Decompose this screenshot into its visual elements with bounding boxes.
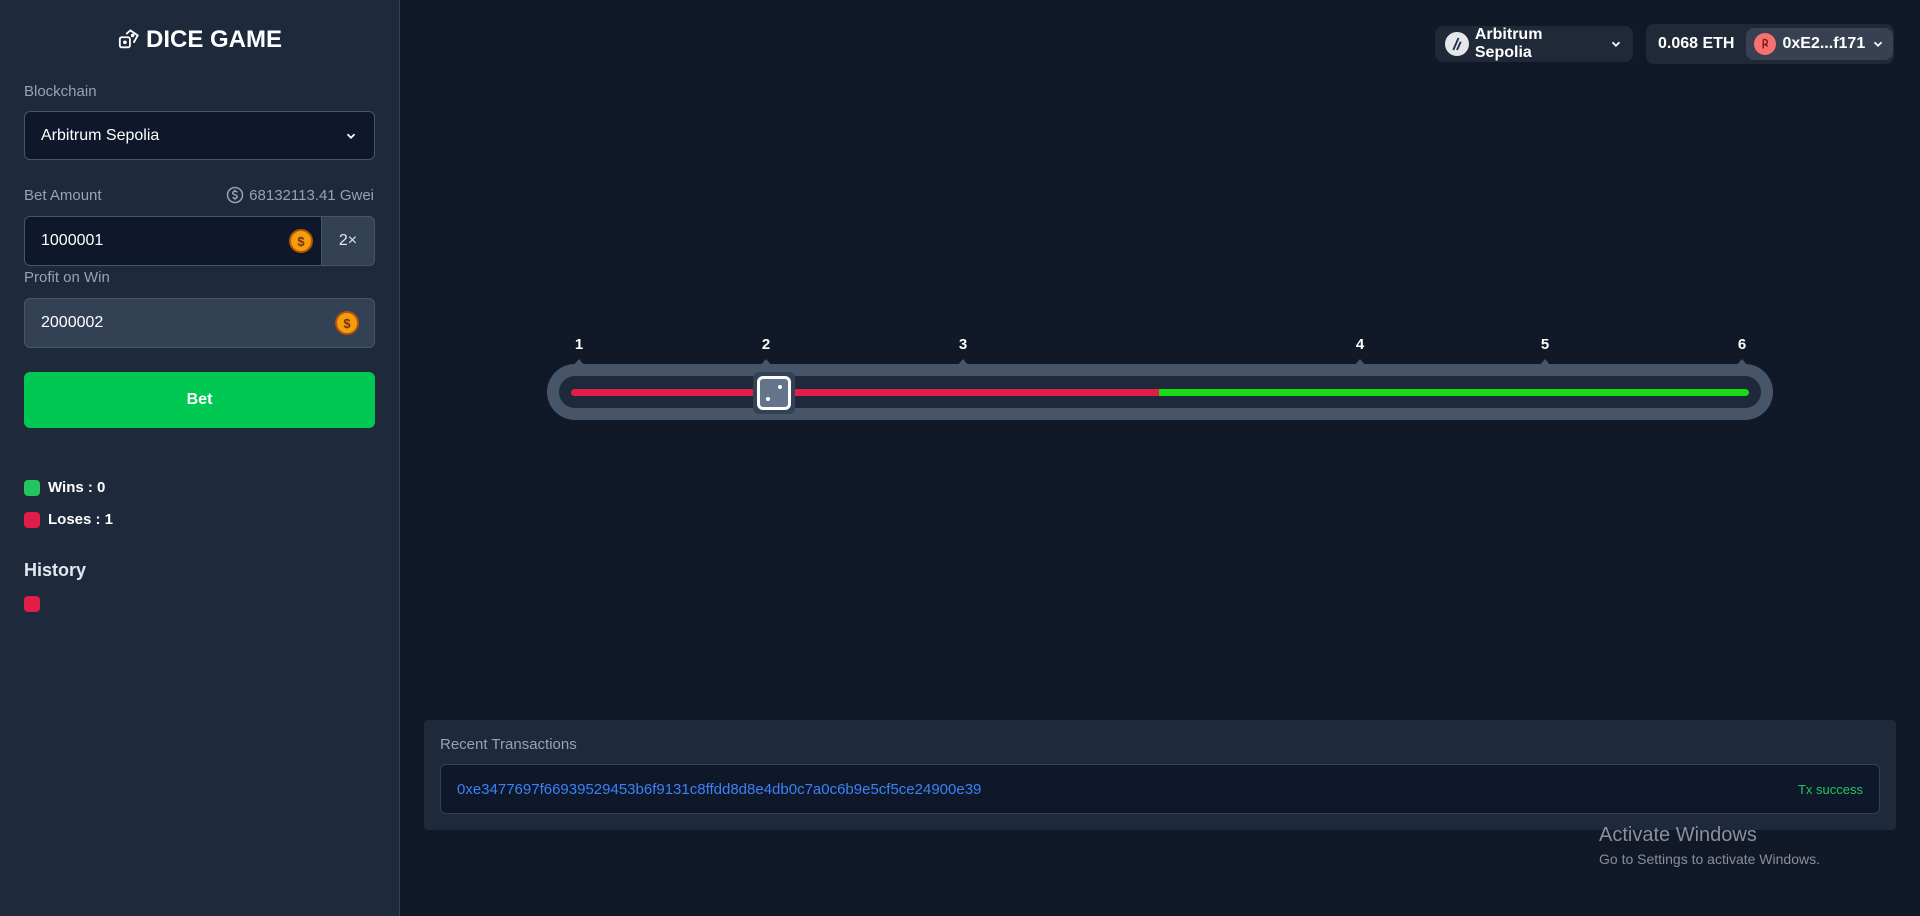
history-title: History xyxy=(24,560,87,580)
sidebar: DICE GAME Blockchain Arbitrum Sepolia Be… xyxy=(0,0,400,916)
bet-amount-input[interactable]: 1000001 $ xyxy=(24,216,321,266)
account-address: 0xE2...f171 xyxy=(1782,35,1866,52)
slider-handle[interactable] xyxy=(753,372,795,414)
brand: DICE GAME xyxy=(0,26,400,54)
tick-label: 1 xyxy=(574,336,584,353)
tick-label: 6 xyxy=(1737,336,1747,353)
arbitrum-logo-icon xyxy=(1445,32,1469,56)
recent-transactions-title: Recent Transactions xyxy=(440,736,577,753)
coin-icon: $ xyxy=(289,229,313,253)
dollar-circle-icon xyxy=(226,186,244,204)
lose-dot xyxy=(24,511,40,528)
watermark-title: Activate Windows xyxy=(1599,824,1757,846)
wins-text: Wins : 0 xyxy=(48,479,106,496)
chevron-down-icon xyxy=(1611,41,1621,47)
loses-text: Loses : 1 xyxy=(48,511,114,528)
recent-transactions-panel: Recent Transactions 0xe3477697f669395294… xyxy=(424,720,1896,830)
transaction-status: Tx success xyxy=(1797,781,1863,797)
brand-title: DICE GAME xyxy=(145,26,282,53)
watermark-subtitle: Go to Settings to activate Windows. xyxy=(1599,851,1820,867)
profit-value: 2000002 xyxy=(41,314,104,331)
chevron-down-icon xyxy=(346,133,356,139)
bet-amount-value: 1000001 xyxy=(41,232,104,249)
profit-on-win-field: 2000002 $ xyxy=(24,298,375,348)
dice-icon xyxy=(118,29,139,49)
account-button[interactable]: 0xE2...f171 xyxy=(1746,28,1894,60)
slider-tick: 6 xyxy=(1735,336,1749,367)
bet-button[interactable]: Bet xyxy=(24,372,375,428)
balance-hint-value: 68132113.41 Gwei xyxy=(249,186,374,204)
dice-slider[interactable] xyxy=(547,364,1773,420)
transaction-row: 0xe3477697f66939529453b6f9131c8ffdd8d8e4… xyxy=(440,764,1880,814)
slider-tick: 4 xyxy=(1353,336,1367,367)
account-avatar-icon xyxy=(1754,33,1777,55)
transaction-hash-link[interactable]: 0xe3477697f66939529453b6f9131c8ffdd8d8e4… xyxy=(457,781,981,798)
loses-stat: Loses : 1 xyxy=(24,511,113,528)
tick-label: 4 xyxy=(1355,336,1365,353)
slider-win-range xyxy=(1159,389,1749,396)
slider-tick: 5 xyxy=(1538,336,1552,367)
slider-lose-range xyxy=(571,389,1159,396)
wins-stat: Wins : 0 xyxy=(24,479,105,496)
wallet-button[interactable]: 0.068 ETH 0xE2...f171 xyxy=(1646,24,1894,64)
network-switcher[interactable]: Arbitrum Sepolia xyxy=(1435,26,1633,62)
multiplier-button[interactable]: 2× xyxy=(321,216,375,266)
network-name: Arbitrum Sepolia xyxy=(1474,26,1543,61)
slider-tick: 3 xyxy=(956,336,970,367)
tick-label: 2 xyxy=(761,336,771,353)
blockchain-label: Blockchain xyxy=(24,83,97,100)
profit-label: Profit on Win xyxy=(24,269,110,286)
dice-face-two-icon xyxy=(757,376,791,410)
coin-icon: $ xyxy=(335,311,359,335)
chevron-down-icon xyxy=(1874,41,1883,47)
slider-tick: 2 xyxy=(759,336,773,367)
blockchain-select[interactable]: Arbitrum Sepolia xyxy=(24,111,375,160)
history-result-lose xyxy=(24,596,40,612)
tick-label: 5 xyxy=(1540,336,1550,353)
activate-windows-watermark: Activate Windows Go to Settings to activ… xyxy=(1599,824,1820,867)
slider-tick: 1 xyxy=(572,336,586,367)
wallet-balance: 0.068 ETH xyxy=(1658,35,1735,52)
bet-amount-label: Bet Amount xyxy=(24,187,102,204)
tick-label: 3 xyxy=(958,336,968,353)
win-dot xyxy=(24,479,40,496)
blockchain-select-value: Arbitrum Sepolia xyxy=(41,126,160,144)
balance-hint: 68132113.41 Gwei xyxy=(226,186,374,204)
